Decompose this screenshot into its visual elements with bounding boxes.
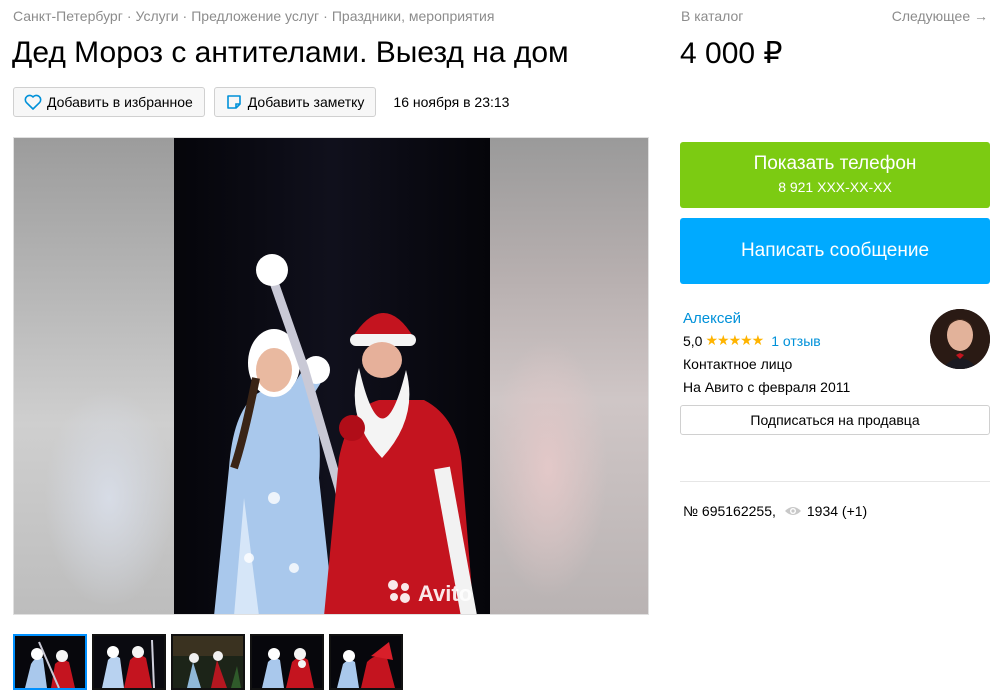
note-icon <box>225 93 243 111</box>
avito-watermark-text: Avito <box>418 581 473 606</box>
thumbnail-2[interactable] <box>92 634 166 690</box>
avito-logo-icon <box>386 578 412 610</box>
breadcrumb: Санкт-Петербург · Услуги · Предложение услуг… <box>13 8 494 24</box>
publish-date: 16 ноября в 23:13 <box>393 94 510 110</box>
rating-value: 5,0 <box>683 332 703 349</box>
photo-gallery[interactable]: Avito <box>13 137 649 615</box>
reviews-link[interactable]: 1 отзыв <box>771 333 821 349</box>
phone-masked: 8 921 XXX-XX-XX <box>778 179 892 195</box>
thumbnail-3[interactable] <box>171 634 245 690</box>
gallery-blur-left <box>14 138 174 614</box>
gallery-blur-right <box>488 138 648 614</box>
eye-icon <box>784 505 802 517</box>
heart-icon <box>24 93 42 111</box>
breadcrumb-separator: · <box>182 8 188 24</box>
ad-number: № 695162255, <box>683 503 776 519</box>
catalog-link[interactable]: В каталог <box>681 8 743 24</box>
add-note-label: Добавить заметку <box>247 94 365 110</box>
ad-meta: № 695162255, 1934 (+1) <box>683 503 867 519</box>
star-rating-icon: ★★★★★ <box>705 332 764 348</box>
breadcrumb-separator: · <box>323 8 328 24</box>
subscribe-seller-button[interactable]: Подписаться на продавца <box>680 405 990 435</box>
page-title: Дед Мороз с антителами. Выезд на дом <box>12 36 569 69</box>
breadcrumb-city[interactable]: Санкт-Петербург <box>13 8 123 24</box>
write-message-button[interactable]: Написать сообщение <box>680 218 990 284</box>
thumbnail-1[interactable] <box>13 634 87 690</box>
thumbnail-strip <box>13 634 403 690</box>
thumbnail-4[interactable] <box>250 634 324 690</box>
main-photo[interactable] <box>174 138 490 614</box>
add-to-favorites-label: Добавить в избранное <box>47 94 193 110</box>
avito-watermark: Avito <box>386 578 472 610</box>
breadcrumb-separator: · <box>126 8 132 24</box>
show-phone-button[interactable]: Показать телефон 8 921 XXX-XX-XX <box>680 142 990 208</box>
views-count: 1934 (+1) <box>806 503 868 519</box>
add-note-button[interactable]: Добавить заметку <box>213 87 377 117</box>
thumbnail-5[interactable] <box>329 634 403 690</box>
add-to-favorites-button[interactable]: Добавить в избранное <box>13 87 205 117</box>
price: 4 000 ₽ <box>680 37 783 70</box>
seller-since: На Авито с февраля 2011 <box>683 379 851 395</box>
breadcrumb-services[interactable]: Услуги <box>135 8 178 24</box>
breadcrumb-holidays[interactable]: Праздники, мероприятия <box>332 8 495 24</box>
breadcrumb-service-offer[interactable]: Предложение услуг <box>191 8 319 24</box>
listing-actions: Добавить в избранное Добавить заметку 16… <box>13 87 509 117</box>
avatar[interactable] <box>930 309 990 369</box>
show-phone-label: Показать телефон <box>753 153 917 174</box>
next-listing-link[interactable]: Следующее → <box>892 8 988 24</box>
divider <box>680 481 990 482</box>
